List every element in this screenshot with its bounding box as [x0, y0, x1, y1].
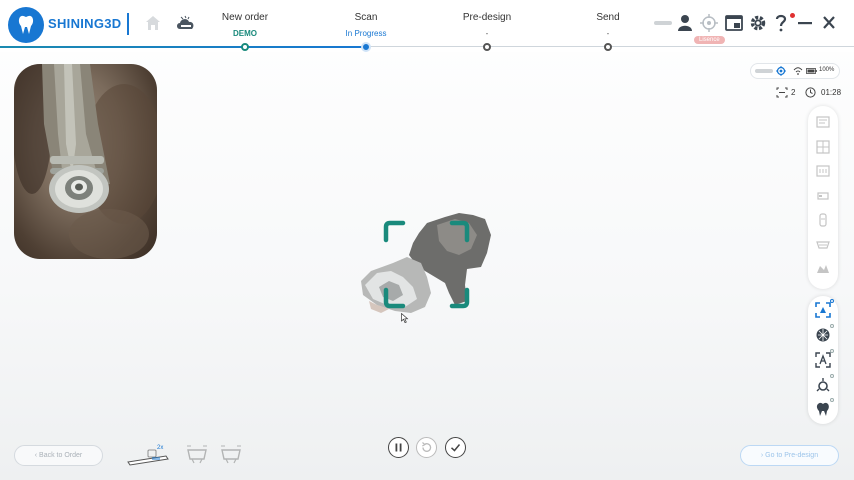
device-icon[interactable] [654, 19, 672, 27]
gear-icon[interactable] [749, 14, 767, 32]
text-scan-icon[interactable] [815, 352, 831, 368]
scan-timer: 01:28 [821, 88, 842, 97]
close-icon[interactable] [822, 14, 836, 32]
step-scan[interactable]: Scan In Progress [316, 12, 416, 38]
brand-divider [127, 13, 129, 35]
lower-jaw-icon[interactable] [220, 445, 242, 465]
mode2-icon[interactable] [815, 139, 831, 155]
step-title: New order [221, 12, 269, 23]
device-status-bar: 100% [750, 63, 840, 79]
tooth-icon[interactable] [815, 401, 831, 417]
pause-button[interactable] [388, 437, 409, 458]
undo-button[interactable] [416, 437, 437, 458]
texture-icon[interactable] [815, 327, 831, 343]
tooth-logo-icon [8, 7, 44, 43]
scanner-handpiece-icon[interactable] [126, 444, 170, 466]
scanner-device-icon [755, 69, 773, 73]
active-indicator [830, 299, 834, 303]
target-icon [776, 66, 786, 76]
step-status: In Progress [345, 29, 387, 38]
minimize-icon[interactable] [798, 14, 812, 32]
scan-viewport[interactable] [355, 205, 495, 325]
back-button-label: Back to Order [39, 452, 83, 459]
camera-preview [14, 64, 157, 259]
mode3-icon[interactable] [815, 163, 831, 179]
step-title: Scan [354, 12, 378, 23]
brand-name: SHINING3D [48, 16, 122, 31]
back-to-order-button[interactable]: ‹ Back to Order [14, 445, 103, 466]
top-bar: SHINING3D New order DEMO Scan In Progres… [0, 0, 854, 52]
calibration-icon[interactable] [700, 14, 718, 32]
toggle-indicator [830, 374, 834, 378]
step-title: Pre-design [462, 12, 512, 23]
scan-mode-toolbar [808, 106, 838, 289]
scan-region-icon[interactable] [815, 302, 831, 318]
step-dot-pre-design [483, 43, 491, 51]
scan-count-icon [776, 87, 788, 98]
cloud-icon[interactable] [175, 14, 197, 34]
step-status: DEMO [233, 29, 257, 38]
battery-icon [806, 68, 817, 74]
mode1-icon[interactable] [815, 114, 831, 130]
notification-dot [790, 13, 795, 18]
step-pre-design[interactable]: Pre-design - [437, 12, 537, 38]
clock-icon [805, 87, 816, 98]
step-send[interactable]: Send - [558, 12, 658, 38]
steps-progress [0, 46, 366, 48]
margin-icon[interactable] [815, 377, 831, 393]
confirm-button[interactable] [445, 437, 466, 458]
next-button-label: Go to Pre-design [765, 452, 819, 459]
zoom-level: 2x [157, 445, 164, 451]
step-status: - [485, 29, 489, 38]
step-title: Send [596, 12, 620, 23]
scan-count: 2 [791, 88, 796, 97]
step-dot-new-order [241, 43, 249, 51]
step-dot-scan [361, 42, 371, 52]
mode4-icon[interactable] [815, 188, 831, 204]
check-icon [450, 444, 461, 452]
wifi-icon [793, 67, 803, 75]
screen-icon[interactable] [725, 14, 743, 32]
mode7-icon[interactable] [815, 261, 831, 277]
toggle-indicator [830, 324, 834, 328]
go-to-pre-design-button[interactable]: › Go to Pre-design [740, 445, 839, 466]
upper-jaw-icon[interactable] [186, 445, 208, 465]
toggle-indicator [830, 349, 834, 353]
step-new-order[interactable]: New order DEMO [195, 12, 295, 38]
battery-percent: 100% [819, 67, 835, 73]
step-dot-send [604, 43, 612, 51]
mode5-icon[interactable] [815, 212, 831, 228]
pause-icon [395, 443, 402, 452]
mode6-icon[interactable] [815, 237, 831, 253]
user-icon[interactable] [676, 14, 694, 32]
help-icon[interactable] [774, 14, 788, 32]
undo-icon [422, 442, 432, 452]
mouse-cursor-icon [401, 313, 409, 323]
license-badge: Lisence [694, 36, 725, 44]
home-icon[interactable] [144, 14, 162, 32]
scan-tools-toolbar [808, 296, 838, 424]
toggle-indicator [830, 398, 834, 402]
step-status: - [606, 29, 610, 38]
